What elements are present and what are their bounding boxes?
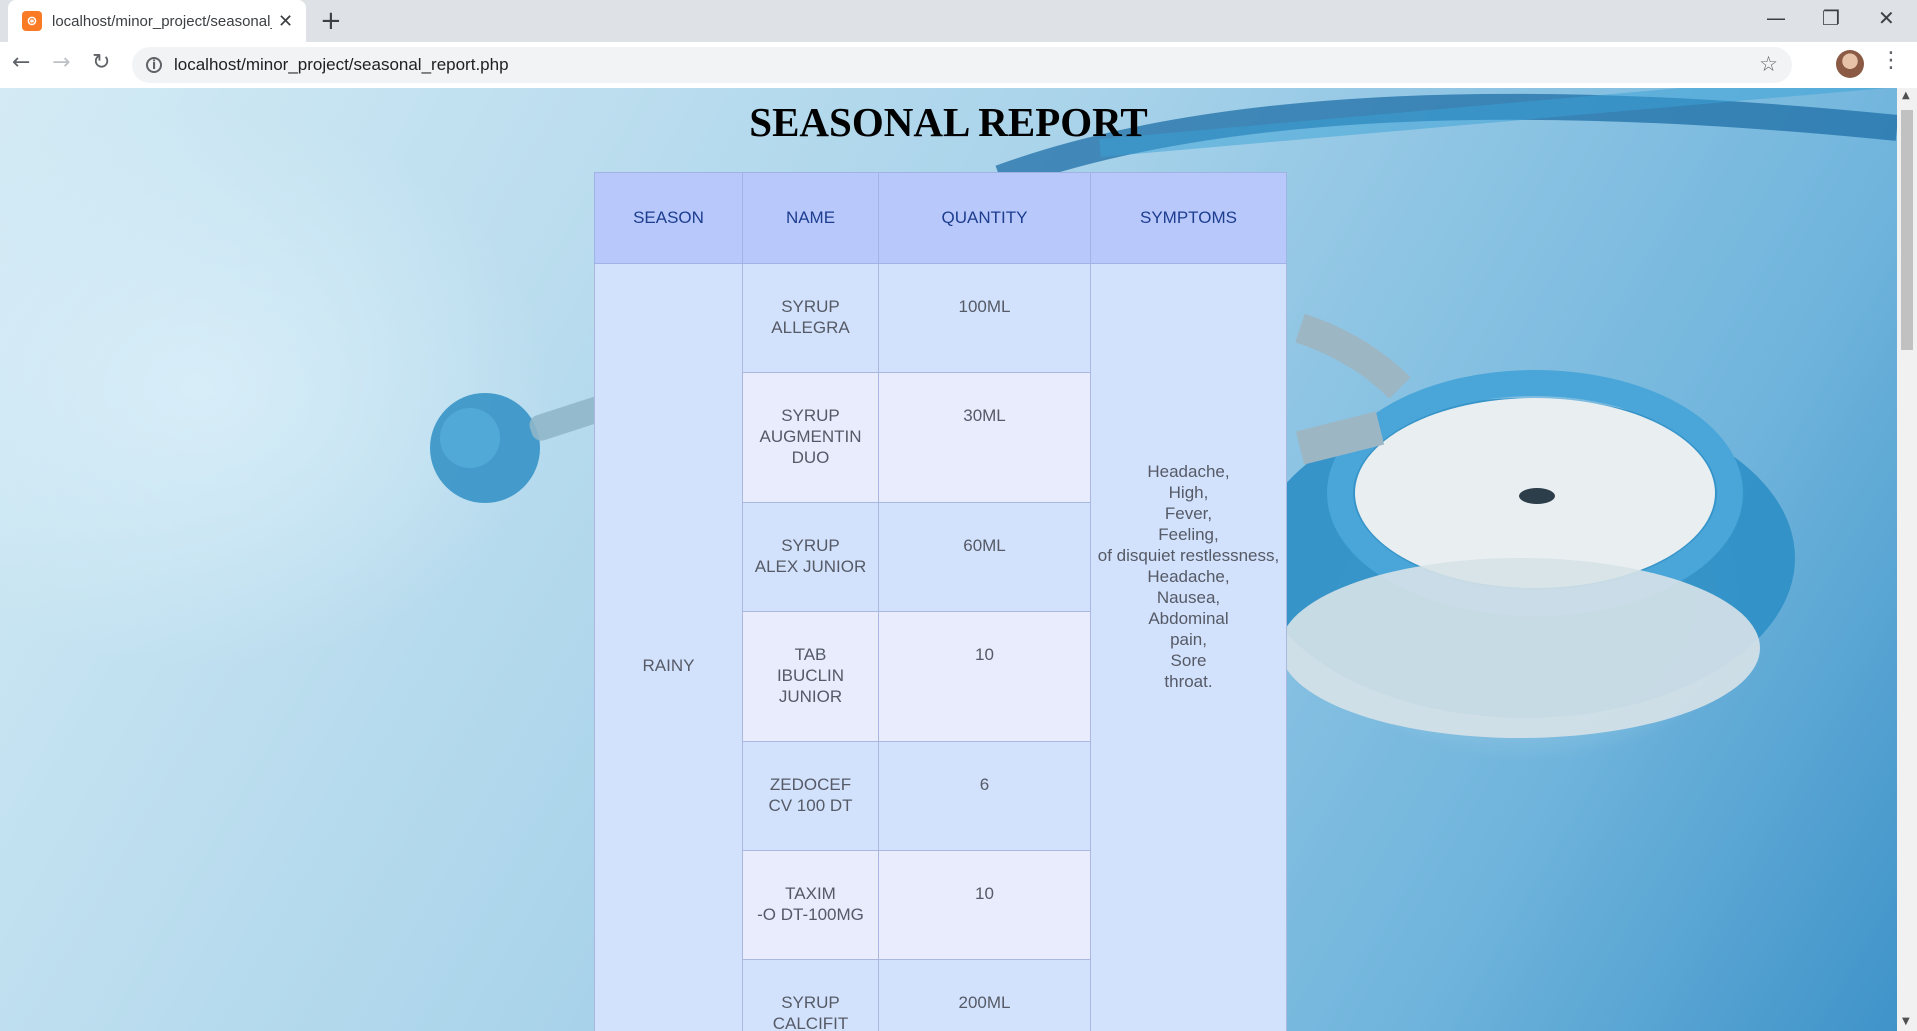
quantity-cell: 200ML — [878, 959, 1091, 1031]
minimize-icon[interactable]: — — [1766, 6, 1786, 30]
browser-tabstrip: ⊛ localhost/minor_project/seasonal_repor… — [0, 0, 1917, 42]
forward-icon[interactable]: → — [52, 50, 70, 75]
medicine-name-line: SYRUP — [781, 406, 840, 425]
symptom-line: Headache, — [1147, 566, 1230, 586]
close-icon[interactable]: ✕ — [278, 11, 293, 32]
header-symptoms: SYMPTOMS — [1090, 172, 1287, 264]
season-cell: RAINY — [594, 263, 743, 1031]
quantity-cell: 60ML — [878, 502, 1091, 612]
medicine-name-line: DUO — [791, 448, 830, 467]
page-title: SEASONAL REPORT — [749, 99, 1148, 145]
medicine-name-line: ZEDOCEF — [769, 775, 852, 794]
xampp-icon: ⊛ — [22, 11, 42, 31]
medicine-name-cell: SYRUP ALLEGRA — [742, 263, 879, 373]
header-quantity: QUANTITY — [878, 172, 1091, 264]
table-row: RAINY SYRUP ALLEGRA 100ML Headache, High… — [594, 263, 1287, 1031]
medicine-name-line: SYRUP — [781, 297, 840, 316]
profile-avatar[interactable] — [1836, 50, 1864, 78]
medicine-name-line: SYRUP — [781, 993, 840, 1012]
symptoms-cell: Headache, High, Fever, Feeling, of disqu… — [1090, 263, 1287, 1031]
bookmark-star-icon[interactable]: ☆ — [1759, 52, 1778, 76]
medicine-name-cell: TAXIM -O DT-100MG — [742, 850, 879, 960]
medicine-name-line: TAXIM — [785, 884, 836, 903]
new-tab-icon[interactable]: + — [320, 6, 342, 36]
header-name: NAME — [742, 172, 879, 264]
back-icon[interactable]: ← — [12, 50, 30, 75]
symptom-line: Fever, — [1164, 503, 1213, 523]
quantity-value: 10 — [975, 884, 994, 903]
medicine-name-line: CV 100 DT — [768, 796, 853, 815]
scrollbar-thumb[interactable] — [1901, 110, 1913, 350]
medicine-name-line: ALLEGRA — [771, 318, 850, 337]
scroll-down-arrow-icon[interactable]: ▼ — [1902, 1016, 1910, 1027]
symptom-line: of disquiet restlessness, — [1097, 545, 1280, 565]
symptom-line: Headache, — [1147, 461, 1230, 481]
quantity-cell: 100ML — [878, 263, 1091, 373]
medicine-name-line: TAB — [794, 645, 827, 664]
tab-title: localhost/minor_project/seasonal_report.… — [52, 12, 272, 30]
quantity-value: 6 — [979, 775, 990, 794]
quantity-value: 200ML — [958, 993, 1011, 1012]
quantity-cell: 10 — [878, 611, 1091, 742]
address-bar[interactable]: i localhost/minor_project/seasonal_repor… — [132, 47, 1792, 83]
quantity-cell: 30ML — [878, 372, 1091, 503]
medicine-name-line: JUNIOR — [778, 687, 843, 706]
season-label: RAINY — [642, 656, 695, 675]
quantity-value: 30ML — [963, 406, 1006, 425]
vertical-scrollbar[interactable]: ▲ ▼ — [1897, 88, 1917, 1031]
quantity-value: 60ML — [963, 536, 1006, 555]
medicine-name-cell: TAB IBUCLIN JUNIOR — [742, 611, 879, 742]
quantity-value: 10 — [975, 645, 994, 664]
medicine-name-line: SYRUP — [781, 536, 840, 555]
symptom-line: Feeling, — [1158, 524, 1219, 544]
browser-toolbar: ← → ↻ i localhost/minor_project/seasonal… — [0, 42, 1917, 89]
table-header-row: SEASON NAME QUANTITY SYMPTOMS — [594, 172, 1287, 264]
window-close-icon[interactable]: ✕ — [1878, 6, 1895, 30]
symptom-line: throat. — [1164, 671, 1213, 691]
seasonal-report-table: SEASON NAME QUANTITY SYMPTOMS RAINY SYRU… — [594, 172, 1287, 1031]
info-icon[interactable]: i — [146, 57, 162, 73]
reload-icon[interactable]: ↻ — [92, 50, 110, 75]
medicine-name-line: IBUCLIN — [776, 666, 845, 685]
quantity-value: 100ML — [958, 297, 1011, 316]
symptom-line: pain, — [1170, 629, 1207, 649]
symptom-line: Nausea, — [1156, 587, 1221, 607]
medicine-name-cell: ZEDOCEF CV 100 DT — [742, 741, 879, 851]
quantity-cell: 10 — [878, 850, 1091, 960]
scroll-up-arrow-icon[interactable]: ▲ — [1902, 90, 1910, 101]
symptom-line: Sore — [1170, 650, 1207, 670]
url-text: localhost/minor_project/seasonal_report.… — [174, 55, 509, 74]
restore-icon[interactable]: ❐ — [1822, 6, 1840, 30]
symptom-line: Abdominal — [1148, 608, 1229, 628]
menu-icon[interactable]: ⋮ — [1880, 48, 1902, 73]
medicine-name-cell: SYRUP ALEX JUNIOR — [742, 502, 879, 612]
symptom-line: High, — [1168, 482, 1209, 502]
medicine-name-line: CALCIFIT — [772, 1014, 849, 1031]
browser-tab[interactable]: ⊛ localhost/minor_project/seasonal_repor… — [8, 0, 306, 42]
medicine-name-cell: SYRUP AUGMENTIN DUO — [742, 372, 879, 503]
page-viewport: SEASONAL REPORT SEASON NAME QUANTITY SYM… — [0, 88, 1897, 1031]
medicine-name-line: ALEX JUNIOR — [754, 557, 867, 576]
medicine-name-line: -O DT-100MG — [757, 905, 864, 924]
medicine-name-line: AUGMENTIN — [759, 427, 862, 446]
medicine-name-cell: SYRUP CALCIFIT — [742, 959, 879, 1031]
quantity-cell: 6 — [878, 741, 1091, 851]
header-season: SEASON — [594, 172, 743, 264]
